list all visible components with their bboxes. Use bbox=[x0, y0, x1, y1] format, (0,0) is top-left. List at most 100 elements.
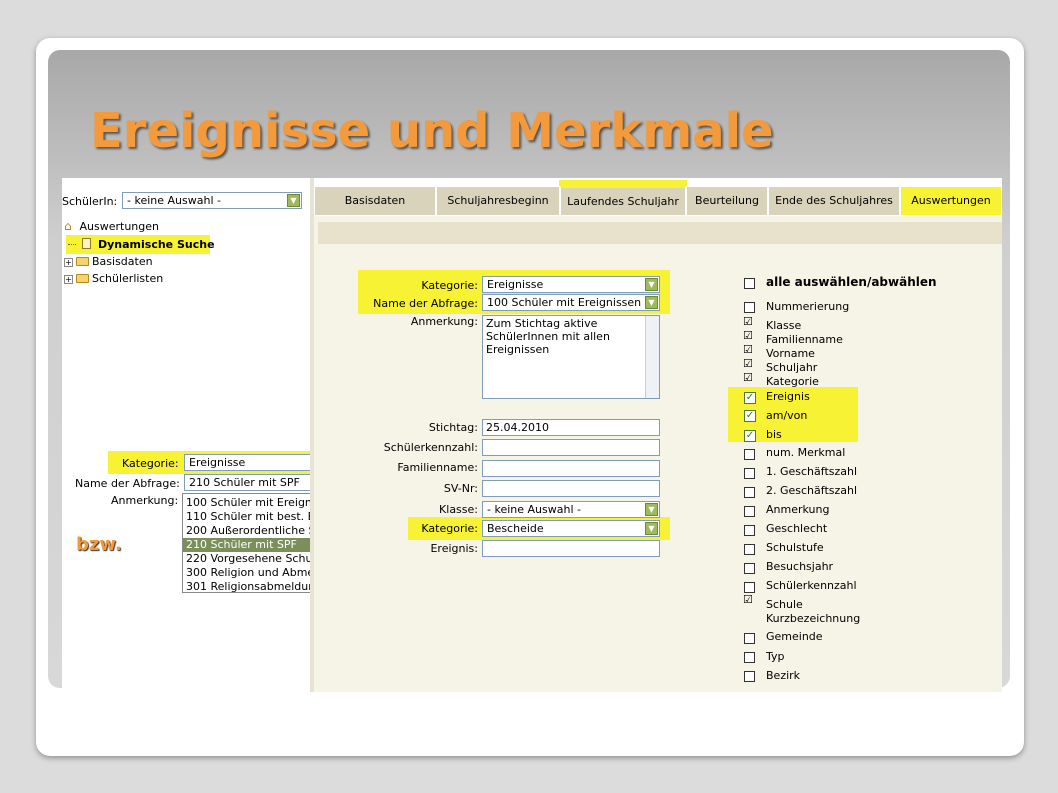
select-all-checkbox[interactable] bbox=[744, 278, 755, 289]
popup-kategorie-label: Kategorie: bbox=[122, 457, 179, 470]
checkbox-label: Geschlecht bbox=[766, 522, 828, 535]
familienname-label: Familienname: bbox=[397, 461, 478, 474]
svnr-label: SV-Nr: bbox=[443, 482, 478, 495]
tree-item-dynamische-suche[interactable]: Dynamische Suche bbox=[68, 238, 215, 251]
popup-kategorie-value: Ereignisse bbox=[189, 456, 246, 469]
schueler-select[interactable]: - keine Auswahl - ▼ bbox=[122, 192, 302, 209]
popup-anmerkung-label: Anmerkung: bbox=[111, 494, 179, 507]
kategorie-select[interactable]: Ereignisse ▼ bbox=[482, 276, 660, 293]
kategorie2-value: Bescheide bbox=[487, 522, 544, 535]
bzw-label: bzw. bbox=[76, 534, 122, 555]
tab-auswertungen[interactable]: Auswertungen bbox=[900, 186, 1002, 216]
klasse-label: Klasse: bbox=[439, 503, 478, 516]
checkbox-num-merkmal[interactable] bbox=[744, 449, 755, 460]
checkbox-geschaeftszahl-1[interactable] bbox=[744, 468, 755, 479]
checkbox-typ[interactable] bbox=[744, 671, 755, 682]
checkbox-ereignis[interactable]: ✓ bbox=[744, 392, 756, 404]
tree-item-label: Basisdaten bbox=[92, 255, 153, 268]
checkbox-geschlecht[interactable] bbox=[744, 525, 755, 536]
tab-ende-des-schuljahres[interactable]: Ende des Schuljahres bbox=[768, 186, 900, 216]
checkbox-label: Kategorie bbox=[766, 375, 819, 388]
checkbox-am-von[interactable]: ✓ bbox=[744, 410, 756, 422]
kategorie2-select[interactable]: Bescheide ▼ bbox=[482, 520, 660, 537]
left-pane: SchülerIn: - keine Auswahl - ▼ ⌂ Auswert… bbox=[62, 178, 380, 692]
checkbox-nummerierung[interactable] bbox=[744, 302, 755, 313]
stichtag-label: Stichtag: bbox=[428, 421, 478, 434]
klasse-select[interactable]: - keine Auswahl - ▼ bbox=[482, 501, 660, 518]
document-icon bbox=[81, 238, 91, 249]
schueler-label: SchülerIn: bbox=[62, 195, 118, 208]
check-icon[interactable]: ☑ bbox=[743, 372, 754, 384]
checkbox-geschaeftszahl-2[interactable] bbox=[744, 487, 755, 498]
tree-item-label: Schülerlisten bbox=[92, 272, 164, 285]
tab-laufendes-schuljahr[interactable]: Laufendes Schuljahr bbox=[560, 186, 686, 216]
checkbox-label: num. Merkmal bbox=[766, 446, 846, 459]
checkbox-label: Ereignis bbox=[766, 390, 810, 403]
kategorie-value: Ereignisse bbox=[487, 278, 544, 291]
checkbox-label: Vorname bbox=[766, 347, 815, 360]
chevron-down-icon[interactable]: ▼ bbox=[645, 503, 658, 516]
expand-icon[interactable]: + bbox=[64, 258, 73, 267]
svnr-input[interactable] bbox=[482, 480, 660, 497]
kategorie2-label: Kategorie: bbox=[421, 522, 478, 535]
kennzahl-label: Schülerkennzahl: bbox=[383, 441, 478, 454]
schueler-select-value: - keine Auswahl - bbox=[127, 194, 221, 207]
textarea-scrollbar[interactable] bbox=[645, 316, 659, 398]
checkbox-schuelerkennzahl[interactable] bbox=[744, 582, 755, 593]
check-icon[interactable]: ☑ bbox=[743, 594, 754, 606]
checkbox-schulstufe[interactable] bbox=[744, 544, 755, 555]
check-icon[interactable]: ☑ bbox=[743, 316, 754, 328]
anmerkung-line: SchülerInnen mit allen bbox=[486, 330, 610, 343]
checkbox-anmerkung[interactable] bbox=[744, 506, 755, 517]
stichtag-input[interactable]: 25.04.2010 bbox=[482, 419, 660, 436]
popup-abfrage-label: Name der Abfrage: bbox=[75, 477, 180, 490]
checkbox-label: Gemeinde bbox=[766, 630, 823, 643]
anmerkung-line: Zum Stichtag aktive bbox=[486, 317, 598, 330]
chevron-down-icon[interactable]: ▼ bbox=[645, 278, 658, 291]
tree-line-icon bbox=[68, 244, 76, 245]
familienname-input[interactable] bbox=[482, 460, 660, 477]
checkbox-label: am/von bbox=[766, 409, 808, 422]
kennzahl-input[interactable] bbox=[482, 439, 660, 456]
checkbox-label: Kurzbezeichnung bbox=[766, 612, 861, 625]
tree-root[interactable]: ⌂ Auswertungen bbox=[64, 220, 159, 233]
folder-icon bbox=[76, 257, 89, 266]
abfrage-label: Name der Abfrage: bbox=[373, 297, 478, 310]
abfrage-select[interactable]: 100 Schüler mit Ereignissen ▼ bbox=[482, 294, 660, 311]
checkbox-label: Nummerierung bbox=[766, 300, 850, 313]
chevron-down-icon[interactable]: ▼ bbox=[287, 194, 300, 207]
popup-abfrage-value: 210 Schüler mit SPF bbox=[189, 476, 300, 489]
checkbox-bis[interactable]: ✓ bbox=[744, 430, 756, 442]
kategorie-label: Kategorie: bbox=[421, 279, 478, 292]
chevron-down-icon[interactable]: ▼ bbox=[645, 522, 658, 535]
expand-icon[interactable]: + bbox=[64, 275, 73, 284]
checkbox-label: Bezirk bbox=[766, 669, 801, 682]
ereignis-input[interactable] bbox=[482, 540, 660, 557]
tab-schuljahresbeginn[interactable]: Schuljahresbeginn bbox=[436, 186, 560, 216]
select-all-label: alle auswählen/abwählen bbox=[766, 275, 937, 289]
check-icon[interactable]: ☑ bbox=[743, 344, 754, 356]
application-window: SchülerIn: - keine Auswahl - ▼ ⌂ Auswert… bbox=[62, 178, 1002, 692]
checkbox-gemeinde[interactable] bbox=[744, 652, 755, 663]
checkbox-label: Besuchsjahr bbox=[766, 560, 834, 573]
anmerkung-textarea[interactable]: Zum Stichtag aktive SchülerInnen mit all… bbox=[482, 315, 660, 399]
check-icon[interactable]: ☑ bbox=[743, 358, 754, 370]
tab-basisdaten[interactable]: Basisdaten bbox=[314, 186, 436, 216]
checkbox-label: bis bbox=[766, 428, 782, 441]
abfrage-value: 100 Schüler mit Ereignissen bbox=[487, 296, 642, 309]
checkbox-besuchsjahr[interactable] bbox=[744, 563, 755, 574]
checkbox-kurzbezeichnung[interactable] bbox=[744, 633, 755, 644]
tree-item-basisdaten[interactable]: + Basisdaten bbox=[64, 255, 153, 268]
check-icon[interactable]: ☑ bbox=[743, 330, 754, 342]
checkbox-label: Klasse bbox=[766, 319, 802, 332]
home-icon: ⌂ bbox=[64, 219, 72, 233]
toolbar-strip bbox=[318, 222, 1002, 244]
chevron-down-icon[interactable]: ▼ bbox=[645, 296, 658, 309]
checkbox-label: Familienname bbox=[766, 333, 843, 346]
tab-beurteilung[interactable]: Beurteilung bbox=[686, 186, 768, 216]
checkbox-label: Typ bbox=[766, 650, 785, 663]
tree-item-schuelerlisten[interactable]: + Schülerlisten bbox=[64, 272, 163, 285]
ereignis-label: Ereignis: bbox=[430, 542, 478, 555]
checkbox-label: Schulstufe bbox=[766, 541, 824, 554]
checkbox-label: Schuljahr bbox=[766, 361, 818, 374]
